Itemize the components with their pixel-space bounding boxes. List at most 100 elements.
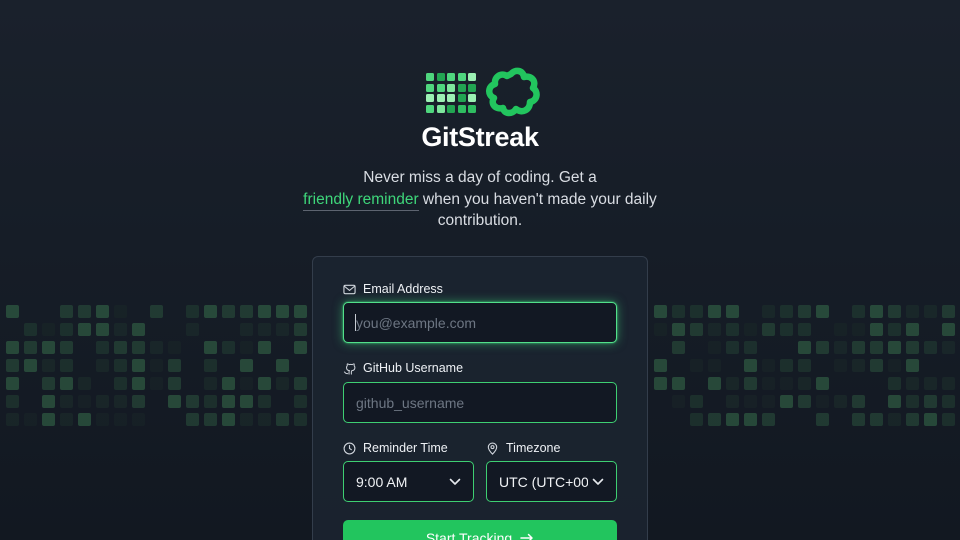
email-input[interactable] [343,302,617,343]
background-grid-cell [870,413,883,426]
reminder-time-label-text: Reminder Time [363,441,448,455]
reminder-time-select[interactable]: 9:00 AM [343,461,474,502]
background-grid-cell [276,377,289,390]
background-grid-cell [816,341,829,354]
start-tracking-label: Start Tracking [425,530,513,540]
background-grid-cell [744,323,757,336]
background-grid-cell [852,305,865,318]
background-grid-cell [888,395,901,408]
github-label: GitHub Username [343,361,463,375]
background-grid-cell [276,323,289,336]
background-grid-cell [726,323,739,336]
background-grid-cell [60,413,73,426]
logo-grid-cell [426,83,434,92]
background-grid-cell [798,305,811,318]
github-username-input[interactable] [343,382,617,423]
background-grid-cell [78,323,91,336]
background-grid-cell [150,305,163,318]
background-grid-cell [222,341,235,354]
background-grid-cell [6,377,19,390]
background-grid-cell [870,341,883,354]
background-grid-cell [654,305,667,318]
timezone-select[interactable]: UTC (UTC+00:00) [486,461,617,502]
background-grid-cell [762,377,775,390]
background-grid-cell [762,395,775,408]
background-grid-cell [780,323,793,336]
background-grid-cell [222,377,235,390]
background-grid-cell [798,377,811,390]
background-grid-cell [816,413,829,426]
background-grid-cell [204,395,217,408]
timezone-label: Timezone [486,441,560,455]
background-grid-cell [168,341,181,354]
background-grid-cell [816,395,829,408]
background-grid-cell [60,359,73,372]
background-grid-cell [60,323,73,336]
background-grid-cell [654,377,667,390]
background-grid-cell [690,305,703,318]
background-grid-cell [924,413,937,426]
background-grid-cell [204,413,217,426]
background-grid-cell [132,323,145,336]
logo-grid-cell [468,83,476,92]
background-grid-cell [60,377,73,390]
background-grid-cell [96,359,109,372]
background-grid-cell [222,413,235,426]
background-grid-cell [168,377,181,390]
background-grid-cell [690,359,703,372]
background-grid-cell [906,305,919,318]
background-grid-cell [186,395,199,408]
background-grid-cell [816,305,829,318]
background-grid-cell [24,323,37,336]
mail-icon [343,284,356,294]
background-grid-cell [852,323,865,336]
background-grid-cell [672,323,685,336]
background-grid-cell [726,377,739,390]
tagline-highlight: friendly reminder [303,190,419,211]
background-grid-cell [42,413,55,426]
background-grid-cell [924,377,937,390]
background-grid-cell [96,305,109,318]
background-grid-cell [78,395,91,408]
start-tracking-button[interactable]: Start Tracking [343,520,617,540]
background-grid-cell [852,359,865,372]
logo-grid-cell [457,73,466,81]
background-grid-cell [942,395,955,408]
background-grid-cell [906,323,919,336]
background-grid-cell [798,359,811,372]
background-grid-cell [276,413,289,426]
background-grid-cell [870,323,883,336]
background-grid-cell [888,377,901,390]
background-grid-cell [906,395,919,408]
background-grid-cell [672,305,685,318]
background-grid-cell [258,305,271,318]
logo-grid-cell [436,94,445,102]
background-grid-cell [114,377,127,390]
background-grid-cell [114,413,127,426]
background-grid-cell [870,359,883,372]
background-grid-cell [60,305,73,318]
background-grid-cell [816,377,829,390]
tagline-text-1: Never miss a day of coding. Get a [363,169,597,186]
tagline: Never miss a day of coding. Get a friend… [300,167,660,232]
background-grid-cell [744,341,757,354]
background-grid-cell [294,413,307,426]
background-grid-cell [924,305,937,318]
background-grid-cell [186,413,199,426]
background-grid-cell [888,305,901,318]
background-grid-cell [870,305,883,318]
logo-grid-cell [468,104,476,113]
background-grid-cell [78,377,91,390]
background-grid-cell [942,323,955,336]
background-grid-cell [96,395,109,408]
background-grid-cell [294,305,307,318]
background-grid-cell [6,413,19,426]
logo-grid-cell [426,104,434,113]
background-grid-cell [258,377,271,390]
background-grid-cell [6,395,19,408]
chevron-down-icon [449,478,461,485]
clock-icon [343,442,356,454]
background-grid-cell [942,305,955,318]
background-grid-cell [798,323,811,336]
background-grid-cell [240,359,253,372]
